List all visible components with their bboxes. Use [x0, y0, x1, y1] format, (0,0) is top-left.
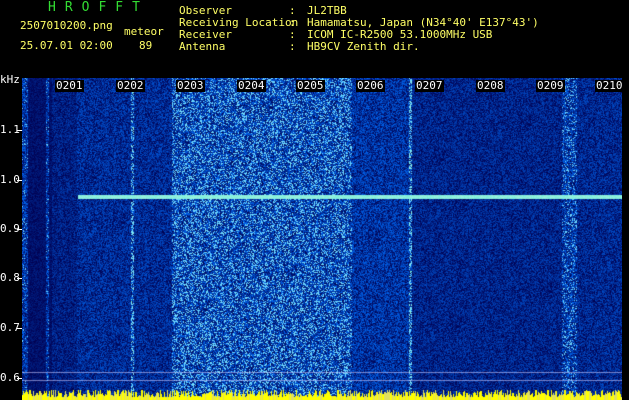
time-tick-label: 0210 — [595, 79, 624, 92]
date-time: 25.07.01 02:00 — [20, 39, 113, 52]
spectrogram-canvas — [22, 78, 622, 400]
time-tick-label: 0203 — [176, 79, 205, 92]
time-tick-label: 0202 — [116, 79, 145, 92]
y-tick-mark — [17, 180, 22, 181]
antenna-value: HB9CV Zenith dir. — [307, 40, 420, 53]
y-tick-mark — [17, 229, 22, 230]
time-tick-label: 0205 — [296, 79, 325, 92]
y-tick-mark — [17, 328, 22, 329]
app-title: HROFFT — [48, 0, 149, 15]
file-name: 2507010200.png — [20, 19, 113, 32]
time-tick-label: 0209 — [536, 79, 565, 92]
time-tick-label: 0201 — [55, 79, 84, 92]
y-tick-mark — [17, 130, 22, 131]
time-tick-label: 0208 — [476, 79, 505, 92]
meteor-label: meteor — [124, 25, 164, 38]
y-tick-mark — [17, 378, 22, 379]
antenna-sep: : — [289, 40, 296, 53]
header: HROFFT 2507010200.png meteor 25.07.01 02… — [0, 0, 629, 72]
time-tick-label: 0206 — [356, 79, 385, 92]
y-unit-label: kHz — [0, 73, 20, 86]
y-tick-mark — [17, 278, 22, 279]
meteor-count: 89 — [139, 39, 153, 52]
time-tick-label: 0204 — [237, 79, 266, 92]
antenna-label: Antenna — [179, 40, 226, 53]
time-tick-label: 0207 — [415, 79, 444, 92]
